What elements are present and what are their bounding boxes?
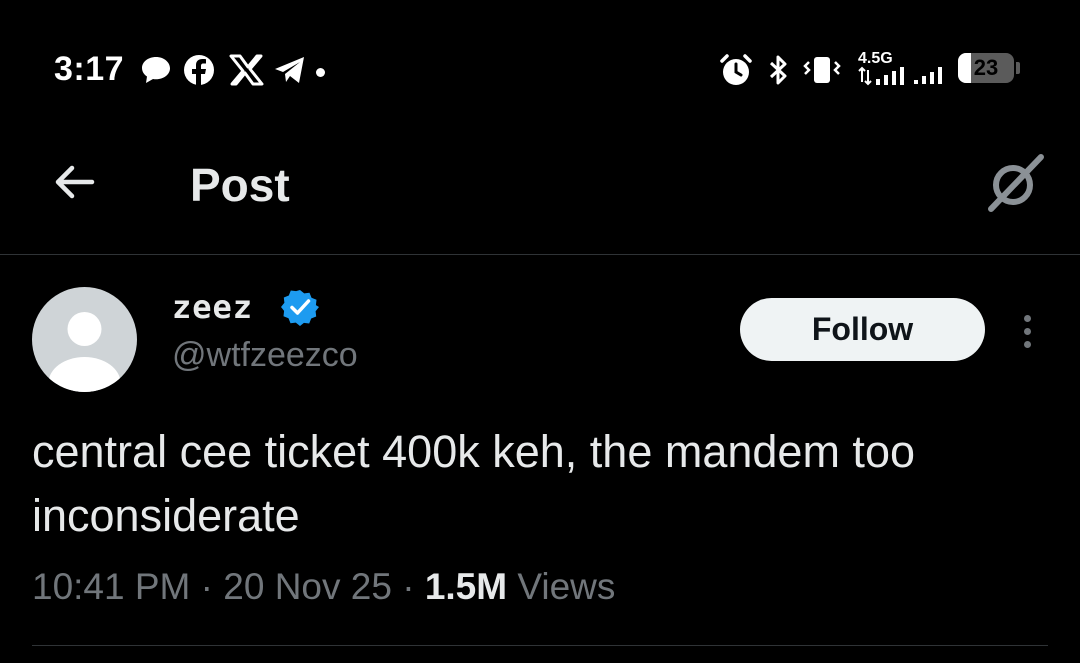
avatar[interactable] [32, 287, 137, 392]
message-bubble-icon [138, 54, 174, 86]
facebook-icon [182, 54, 216, 86]
meta-separator: · [402, 566, 415, 607]
telegram-icon [272, 54, 308, 86]
dot-icon [316, 68, 325, 77]
bluetooth-icon [764, 54, 792, 86]
post-time[interactable]: 10:41 PM [32, 566, 190, 607]
signal-icon [912, 62, 946, 86]
default-avatar-icon [48, 312, 121, 392]
grok-icon [988, 154, 1044, 212]
post-date[interactable]: 20 Nov 25 [223, 566, 392, 607]
alarm-icon [718, 54, 754, 86]
vibrate-icon [800, 54, 844, 86]
verified-badge-icon [281, 288, 319, 326]
more-dot-icon [1023, 340, 1031, 348]
follow-button[interactable]: Follow [740, 298, 985, 361]
arrow-left-icon [55, 165, 95, 199]
page-title: Post [190, 159, 290, 211]
signal-icon [858, 66, 904, 86]
post-text: central cee ticket 400k keh, the mandem … [32, 426, 915, 541]
x-icon [226, 54, 266, 86]
more-options-button[interactable] [1010, 306, 1044, 356]
views-count[interactable]: 1.5M [425, 566, 507, 607]
more-dot-icon [1023, 314, 1031, 322]
post-divider [32, 645, 1048, 646]
back-button[interactable] [44, 152, 104, 212]
author-handle[interactable]: @wtfzeezco [172, 336, 358, 375]
author-display-name[interactable]: zeez [172, 288, 253, 326]
status-time: 3:17 [54, 50, 125, 88]
views-label: Views [517, 566, 616, 607]
header-divider [0, 254, 1080, 255]
post-meta: 10:41 PM · 20 Nov 25 · 1.5M Views [32, 566, 615, 608]
battery-icon: 23 [958, 53, 1020, 83]
grok-button[interactable] [980, 148, 1050, 218]
battery-level-text: 23 [973, 55, 999, 80]
meta-separator: · [200, 566, 213, 607]
more-dot-icon [1023, 327, 1031, 335]
